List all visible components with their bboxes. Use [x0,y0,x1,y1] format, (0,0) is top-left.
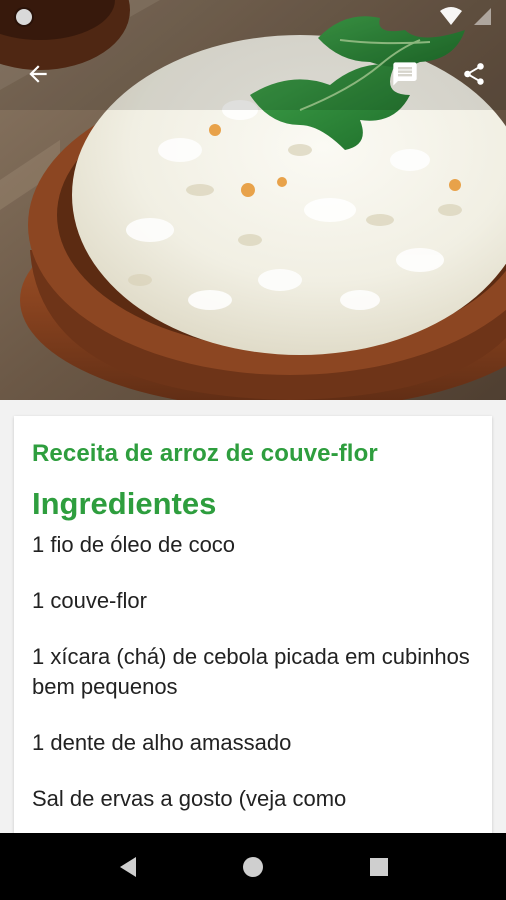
status-bar [0,0,506,34]
ingredients-heading: Ingredientes [32,486,217,521]
recipe-screen: Receita de arroz de couve-flor Ingredien… [0,0,506,900]
nav-home-button[interactable] [237,851,269,883]
comments-button[interactable] [385,54,425,94]
ingredient-item: Sal de ervas a gosto (veja como [32,786,347,811]
nav-home-icon [243,857,263,877]
recipe-card: Receita de arroz de couve-flor Ingredien… [14,416,492,900]
signal-icon [474,8,491,25]
back-button[interactable] [18,54,58,94]
wifi-icon [440,7,462,25]
nav-back-button[interactable] [112,851,144,883]
share-icon [464,63,484,85]
arrow-back-icon [29,65,47,83]
status-icons [440,6,492,26]
recipe-title: Receita de arroz de couve-flor [32,440,378,467]
ingredient-item: 1 xícara (chá) de cebola picada em cubin… [32,644,470,699]
comment-icon [393,62,417,86]
ingredient-item: 1 couve-flor [32,588,147,613]
ingredient-item: 1 fio de óleo de coco [32,532,236,557]
notification-dot-icon [16,9,32,25]
share-button[interactable] [454,54,494,94]
app-bar [0,46,506,102]
nav-recents-button[interactable] [363,851,395,883]
system-nav-bar [0,833,506,900]
nav-recents-icon [370,858,388,876]
nav-back-icon [120,857,136,877]
ingredient-item: 1 dente de alho amassado [32,730,292,755]
